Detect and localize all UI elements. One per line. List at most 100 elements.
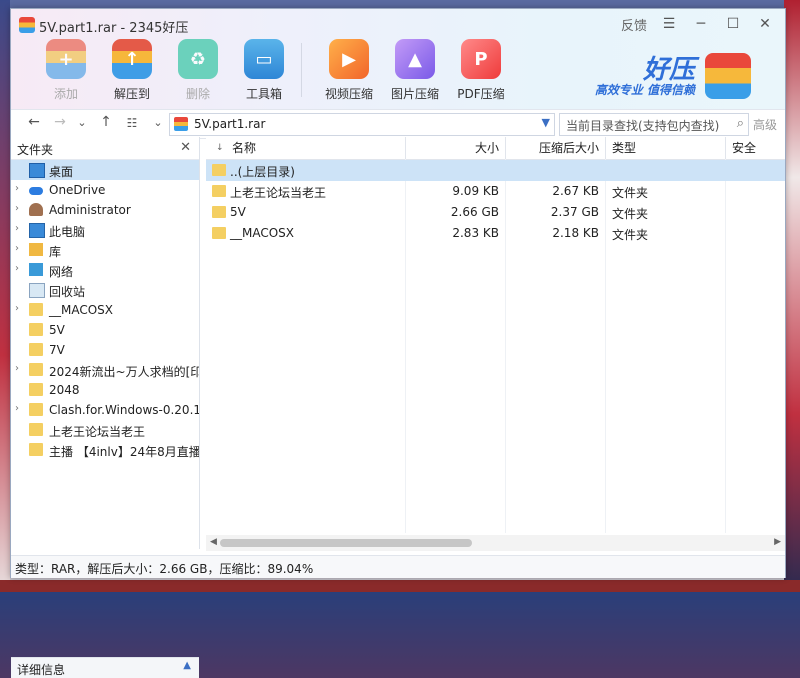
file-row[interactable]: 上老王论坛当老王 9.09 KB 2.67 KB 文件夹 xyxy=(206,181,785,202)
scroll-right-icon[interactable]: ▶ xyxy=(774,537,781,547)
tree-item-label: Administrator xyxy=(49,203,131,217)
tree-item-streamer[interactable]: 主播 【4inlv】24年8月直播 xyxy=(11,440,199,460)
toolbox-label: 工具箱 xyxy=(245,87,282,101)
pdf-compress-button[interactable]: P PDF压缩 xyxy=(448,39,514,102)
image-compress-label: 图片压缩 xyxy=(390,87,439,101)
history-dropdown-icon[interactable]: ⌄ xyxy=(71,116,93,129)
tree-item-7v[interactable]: 7V xyxy=(11,340,199,360)
column-packed-size[interactable]: 压缩后大小 xyxy=(506,137,606,159)
tree-item-label: Clash.for.Windows-0.20.16 xyxy=(49,403,199,417)
expand-icon[interactable]: › xyxy=(15,223,19,234)
tree-item-laowang[interactable]: 上老王论坛当老王 xyxy=(11,420,199,440)
extract-label: 解压到 xyxy=(113,87,150,101)
minimize-button[interactable]: ─ xyxy=(687,13,715,35)
column-size[interactable]: 大小 xyxy=(406,137,506,159)
window-title: 5V.part1.rar - 2345好压 xyxy=(39,21,189,36)
search-icon[interactable]: ⌕ xyxy=(737,116,744,131)
tree-item-label: 7V xyxy=(49,343,65,357)
collapse-arrow-icon[interactable]: ▲ xyxy=(183,660,191,671)
tree-item-2048[interactable]: 2048 xyxy=(11,380,199,400)
tree-item-2024[interactable]: › 2024新流出~万人求档的[印 xyxy=(11,360,199,380)
scroll-left-icon[interactable]: ◀ xyxy=(210,537,217,547)
close-button[interactable]: ✕ xyxy=(751,13,779,35)
file-row[interactable]: 5V 2.66 GB 2.37 GB 文件夹 xyxy=(206,202,785,223)
feedback-button[interactable]: 反馈 xyxy=(621,15,647,34)
tree-item-library[interactable]: › 库 xyxy=(11,240,199,260)
expand-icon[interactable]: › xyxy=(15,263,19,274)
view-mode-icon[interactable]: ☷ xyxy=(121,116,143,130)
expand-icon[interactable]: › xyxy=(15,403,19,414)
archive-icon xyxy=(174,117,188,131)
tree-item-macosx[interactable]: › __MACOSX xyxy=(11,300,199,320)
recycle-bin-icon xyxy=(29,283,45,298)
path-dropdown-icon[interactable]: ▼ xyxy=(542,116,550,129)
tree-item-clash[interactable]: › Clash.for.Windows-0.20.16 xyxy=(11,400,199,420)
tree-item-administrator[interactable]: › Administrator xyxy=(11,200,199,220)
file-row-parent[interactable]: ..(上层目录) xyxy=(206,160,785,181)
path-field[interactable]: 5V.part1.rar ▼ xyxy=(169,113,555,136)
horizontal-scrollbar[interactable]: ◀ ▶ xyxy=(206,535,785,551)
video-compress-button[interactable]: ▶ 视频压缩 xyxy=(316,39,382,102)
menu-icon[interactable]: ☰ xyxy=(655,13,683,35)
close-icon[interactable]: ✕ xyxy=(180,140,191,155)
tree-item-recycle-bin[interactable]: 回收站 xyxy=(11,280,199,300)
app-icon xyxy=(19,17,35,33)
user-icon xyxy=(29,203,43,216)
expand-icon[interactable]: › xyxy=(15,243,19,254)
toolbox-button[interactable]: ▭ 工具箱 xyxy=(231,39,297,102)
file-name: 上老王论坛当老王 xyxy=(230,186,327,200)
search-placeholder: 当前目录查找(支持包内查找) xyxy=(566,119,720,133)
image-compress-button[interactable]: ▲ 图片压缩 xyxy=(382,39,448,102)
sort-down-icon: ↓ xyxy=(216,143,224,153)
add-button[interactable]: + 添加 xyxy=(33,39,99,102)
delete-button[interactable]: ♻ 删除 xyxy=(165,39,231,102)
file-list-header: ↓ 名称 大小 压缩后大小 类型 安全 xyxy=(206,137,785,160)
tree-item-onedrive[interactable]: › OneDrive xyxy=(11,180,199,200)
maximize-button[interactable]: ☐ xyxy=(719,13,747,35)
folder-icon xyxy=(29,303,43,316)
expand-icon[interactable]: › xyxy=(15,183,19,194)
folder-icon xyxy=(29,443,43,456)
library-icon xyxy=(29,243,43,256)
tree-item-this-pc[interactable]: › 此电脑 xyxy=(11,220,199,240)
view-dropdown-icon[interactable]: ⌄ xyxy=(147,116,169,129)
desktop-icon xyxy=(29,163,45,178)
tree-item-label: 网络 xyxy=(49,265,74,279)
column-name[interactable]: ↓ 名称 xyxy=(206,137,406,159)
tree-item-network[interactable]: › 网络 xyxy=(11,260,199,280)
tree-item-label: 主播 【4inlv】24年8月直播 xyxy=(49,445,199,459)
file-name: 5V xyxy=(230,205,246,219)
folder-icon xyxy=(212,227,226,239)
status-text: 类型：RAR，解压后大小：2.66 GB，压缩比：89.04% xyxy=(15,562,314,576)
recycle-icon: ♻ xyxy=(178,39,218,79)
column-type[interactable]: 类型 xyxy=(606,137,726,159)
up-arrow-icon[interactable]: ↑ xyxy=(95,114,117,130)
file-row[interactable]: __MACOSX 2.83 KB 2.18 KB 文件夹 xyxy=(206,223,785,244)
app-window: 5V.part1.rar - 2345好压 反馈 ☰ ─ ☐ ✕ + 添加 ↑ … xyxy=(10,8,786,678)
extract-button[interactable]: ↑ 解压到 xyxy=(99,39,165,102)
expand-icon[interactable]: › xyxy=(15,363,19,374)
expand-icon[interactable]: › xyxy=(15,203,19,214)
desktop-background xyxy=(0,0,800,8)
back-arrow-icon[interactable]: ← xyxy=(23,114,45,130)
image-icon: ▲ xyxy=(395,39,435,79)
folder-icon xyxy=(29,403,43,416)
tree-item-label: __MACOSX xyxy=(49,303,114,317)
desktop-background-bottom xyxy=(0,580,800,592)
tree-item-5v[interactable]: 5V xyxy=(11,320,199,340)
file-type: 文件夹 xyxy=(612,207,649,221)
forward-arrow-icon[interactable]: → xyxy=(49,114,71,130)
expand-icon[interactable]: › xyxy=(15,303,19,314)
folder-tree-panel: 文件夹 ✕ 桌面 › OneDrive › Administrator › 此电… xyxy=(11,137,200,678)
pdf-icon: P xyxy=(461,39,501,79)
column-security[interactable]: 安全 xyxy=(726,137,785,159)
tree-item-desktop[interactable]: 桌面 xyxy=(11,160,199,180)
details-panel-toggle[interactable]: 详细信息 ▲ xyxy=(11,657,199,678)
extract-icon: ↑ xyxy=(112,39,152,79)
address-bar: ← → ⌄ ↑ ☷ ⌄ 5V.part1.rar ▼ 当前目录查找(支持包内查找… xyxy=(11,109,785,139)
advanced-search-button[interactable]: 高级 xyxy=(753,116,777,133)
folder-tree-title: 文件夹 xyxy=(17,143,54,157)
scrollbar-thumb[interactable] xyxy=(220,539,472,547)
search-input[interactable]: 当前目录查找(支持包内查找) ⌕ xyxy=(559,113,749,136)
folder-icon xyxy=(212,206,226,218)
